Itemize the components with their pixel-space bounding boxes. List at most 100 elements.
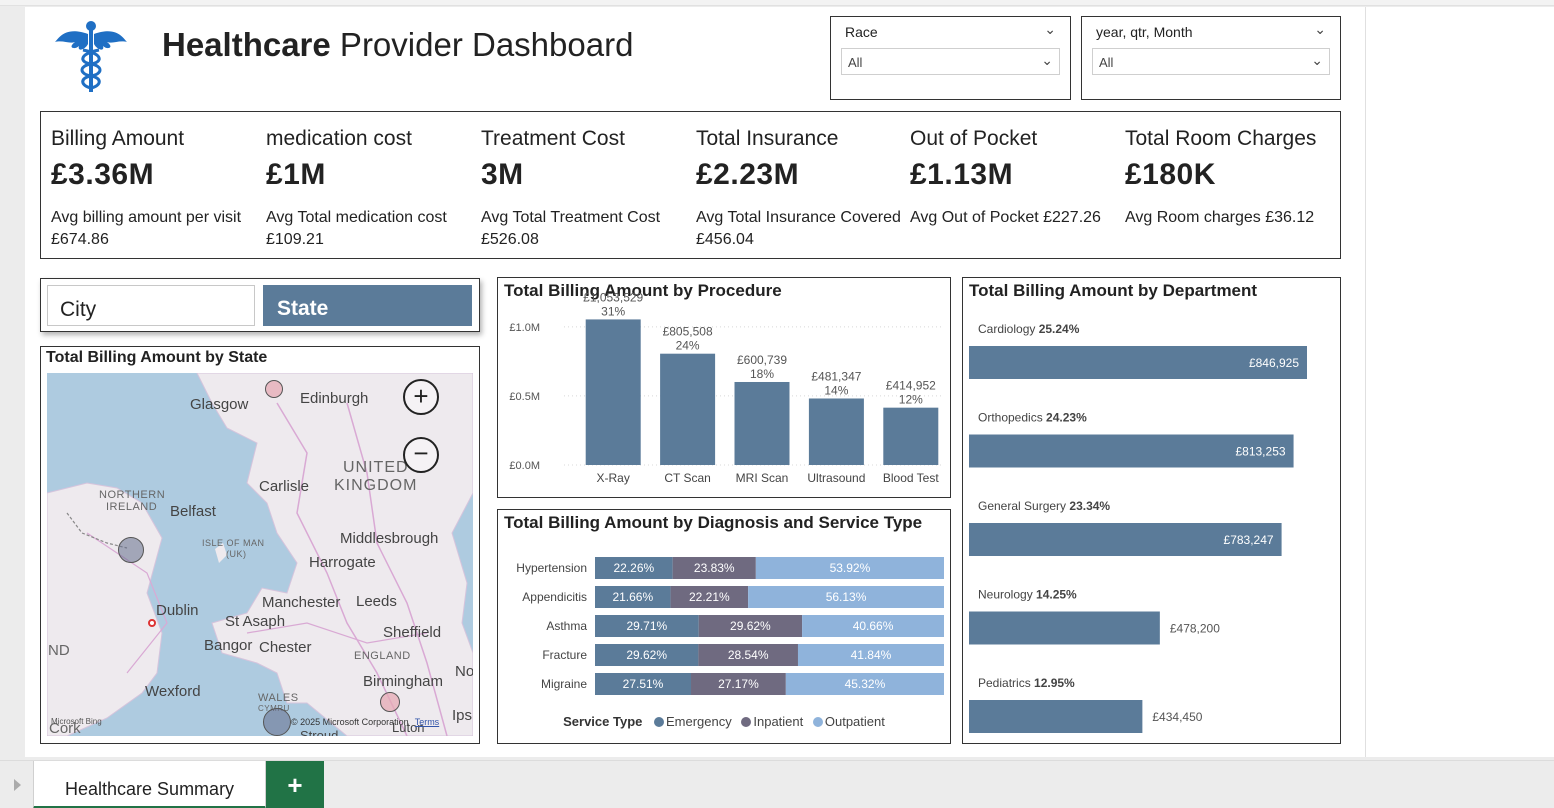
date-slicer[interactable]: year, qtr, Month ⌄ All ⌄ <box>1081 16 1341 100</box>
y-category-label: Asthma <box>546 619 587 633</box>
chevron-down-icon[interactable]: ⌄ <box>1044 21 1056 38</box>
map-label-leeds: Leeds <box>356 593 397 610</box>
zoom-out-button[interactable]: − <box>403 437 439 473</box>
segment-label: 29.62% <box>626 648 667 662</box>
kpi-value: £2.23M <box>696 158 800 191</box>
bar <box>969 611 1160 645</box>
bar-value-label: £434,450 <box>1152 710 1202 724</box>
add-page-button[interactable]: + <box>266 761 324 808</box>
right-pane <box>1365 7 1554 757</box>
map-label-middlesbrough: Middlesbrough <box>340 530 439 547</box>
segment-label: 23.83% <box>694 561 735 575</box>
tab-healthcare-summary[interactable]: Healthcare Summary <box>33 761 266 808</box>
legend-title: Service Type <box>563 714 643 729</box>
legend-dot-outpatient <box>812 717 823 727</box>
segment-label: 22.26% <box>613 561 654 575</box>
legend-emergency: Emergency <box>666 714 732 729</box>
race-slicer-title: Race <box>845 24 878 40</box>
x-tick-label: Blood Test <box>883 471 939 485</box>
kpi-subtext: Avg Total Treatment Cost £526.08 <box>481 209 661 248</box>
legend-dot-emergency <box>654 717 664 727</box>
y-category-label: Hypertension <box>516 561 587 575</box>
tab-scroll-left-icon[interactable] <box>14 779 21 791</box>
bar <box>585 319 641 465</box>
map-label-chester: Chester <box>259 639 312 656</box>
race-slicer[interactable]: Race ⌄ All ⌄ <box>830 16 1071 100</box>
top-strip <box>0 0 1554 6</box>
bar-pct-label: 18% <box>750 367 774 381</box>
map-label-dublin: Dublin <box>156 602 199 619</box>
segment-label: 29.62% <box>730 619 771 633</box>
kpi-card-room-charges: Total Room Charges £180K Avg Room charge… <box>1115 112 1330 260</box>
chevron-down-icon: ⌄ <box>1041 52 1053 68</box>
map-label-kingdom: KINGDOM <box>334 477 418 494</box>
page-title: Healthcare Provider Dashboard <box>162 26 633 64</box>
sheet-tab-bar: Healthcare Summary + <box>0 760 1554 808</box>
kpi-value: £1.13M <box>910 158 1014 191</box>
kpi-label: Total Room Charges <box>1125 127 1317 150</box>
department-label: Orthopedics 24.23% <box>978 411 1087 425</box>
map-label-st-asaph: St Asaph <box>225 613 286 630</box>
kpi-label: Total Insurance <box>696 127 839 150</box>
bar-pct-label: 24% <box>676 339 700 353</box>
race-dropdown-value: All <box>848 55 863 70</box>
title-rest: Provider Dashboard <box>330 26 634 63</box>
bar-pct-label: 14% <box>824 383 848 397</box>
segment-label: 21.66% <box>612 590 653 604</box>
map-label-nd: ND <box>48 642 70 659</box>
map-label-sheffield: Sheffield <box>383 624 442 641</box>
date-dropdown[interactable]: All ⌄ <box>1092 48 1330 75</box>
department-label: Cardiology 25.24% <box>978 322 1080 336</box>
map-label-england: ENGLAND <box>354 650 411 662</box>
title-bold: Healthcare <box>162 26 331 63</box>
kpi-value: £180K <box>1125 158 1216 191</box>
billing-map[interactable]: Glasgow Edinburgh UNITED KINGDOM Carlisl… <box>47 373 473 736</box>
bar-value-label: £846,925 <box>1249 356 1299 370</box>
bar <box>969 700 1143 733</box>
x-tick-label: Ultrasound <box>807 471 865 485</box>
kpi-card-insurance: Total Insurance £2.23M Avg Total Insuran… <box>686 112 901 260</box>
map-label-stroud: Stroud <box>300 728 339 736</box>
bar-pct-label: 31% <box>601 304 625 318</box>
state-button[interactable]: State <box>263 285 472 326</box>
map-label-carlisle: Carlisle <box>259 478 310 495</box>
map-bubble[interactable] <box>118 537 144 563</box>
department-pct: 24.23% <box>1046 411 1087 425</box>
bar-value-label: £813,253 <box>1235 445 1285 459</box>
kpi-label: Treatment Cost <box>481 127 625 150</box>
kpi-card-out-of-pocket: Out of Pocket £1.13M Avg Out of Pocket £… <box>900 112 1115 260</box>
date-slicer-title: year, qtr, Month <box>1096 24 1193 40</box>
segment-label: 40.66% <box>853 619 894 633</box>
map-label-northern: NORTHERN <box>99 489 166 501</box>
map-bubble[interactable] <box>380 692 400 712</box>
map-title: Total Billing Amount by State <box>46 349 268 366</box>
department-pct: 14.25% <box>1036 588 1077 602</box>
y-tick-label: £0.5M <box>509 391 540 403</box>
map-label-wexford: Wexford <box>145 683 201 700</box>
bar-value-label: £478,200 <box>1170 622 1220 636</box>
map-label-glasgow: Glasgow <box>190 396 249 413</box>
map-label-belfast: Belfast <box>170 503 216 520</box>
kpi-card-treatment: Treatment Cost 3M Avg Total Treatment Co… <box>471 112 686 260</box>
kpi-value: £1M <box>266 158 326 191</box>
legend-outpatient: Outpatient <box>824 714 885 729</box>
map-label-uk: (UK) <box>226 549 247 559</box>
race-dropdown[interactable]: All ⌄ <box>841 48 1060 75</box>
map-pin-dublin[interactable] <box>148 619 156 627</box>
map-label-united: UNITED <box>343 459 409 476</box>
date-dropdown-value: All <box>1099 55 1114 70</box>
terms-link[interactable]: Terms <box>415 717 440 727</box>
kpi-value: £3.36M <box>51 158 155 191</box>
y-tick-label: £1.0M <box>509 322 540 334</box>
map-bubble[interactable] <box>265 380 283 398</box>
map-label-ips: Ips <box>452 707 473 724</box>
zoom-in-button[interactable]: + <box>403 379 439 415</box>
department-pct: 23.34% <box>1069 499 1110 513</box>
bar-value-label: £805,508 <box>663 325 713 339</box>
city-button[interactable]: City <box>47 285 255 326</box>
map-bubble[interactable] <box>263 708 291 736</box>
chevron-down-icon[interactable]: ⌄ <box>1314 21 1326 38</box>
chevron-down-icon: ⌄ <box>1311 52 1323 68</box>
kpi-subtext: Avg Total medication cost £109.21 <box>266 209 447 248</box>
segment-label: 29.71% <box>626 619 667 633</box>
